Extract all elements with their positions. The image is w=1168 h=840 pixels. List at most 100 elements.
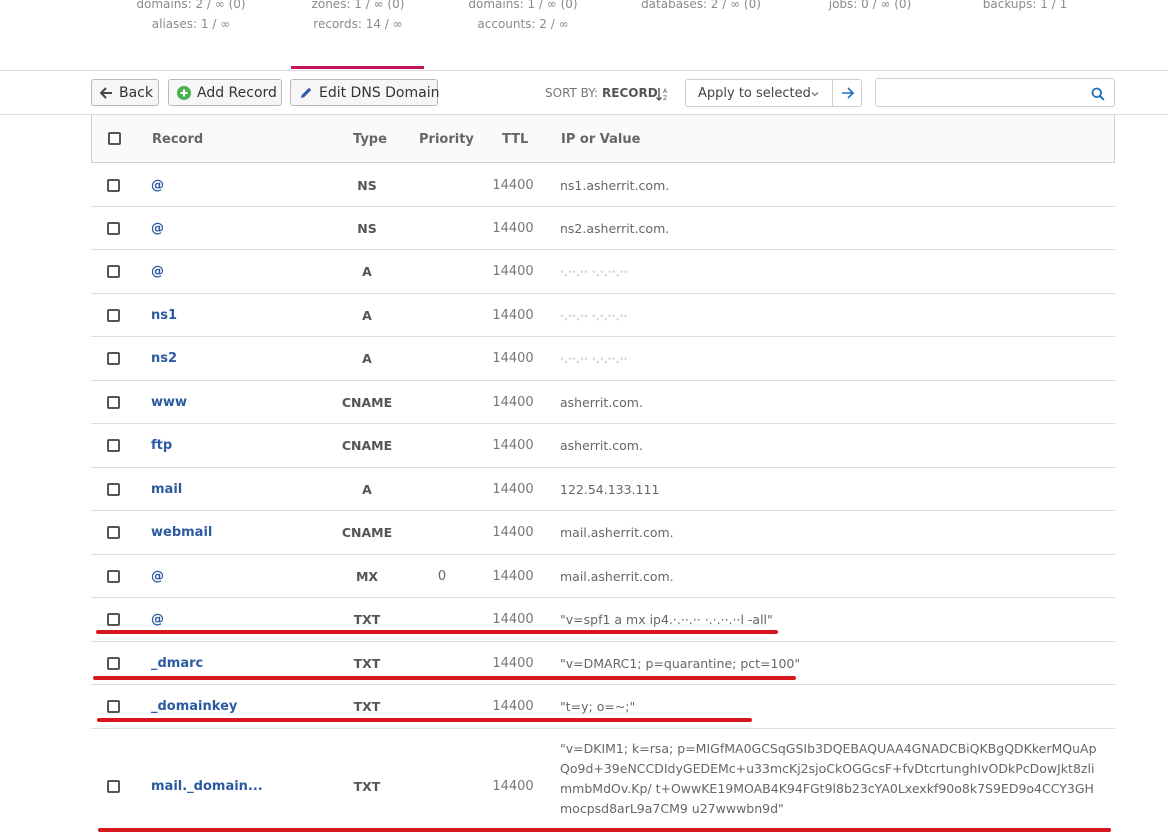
usage-stats: domains: 2 / ∞ (0) aliases: 1 / ∞ zones:… — [0, 0, 1168, 70]
row-checkbox[interactable] — [107, 265, 120, 278]
column-header-priority[interactable]: Priority — [419, 132, 474, 147]
record-name[interactable]: @ — [151, 569, 164, 584]
chevron-down-icon — [810, 88, 820, 103]
record-value: "v=DKIM1; k=rsa; p=MIGfMA0GCSqGSIb3DQEBA… — [560, 741, 1097, 816]
record-name[interactable]: _domainkey — [151, 699, 237, 714]
column-header-ttl[interactable]: TTL — [502, 132, 528, 147]
row-checkbox[interactable] — [107, 780, 120, 793]
record-name[interactable]: @ — [151, 178, 164, 193]
record-name[interactable]: ns1 — [151, 308, 177, 323]
record-value: "v=spf1 a mx ip4.·.··.·· ·.·.··.··l -all… — [560, 612, 773, 627]
record-type: TXT — [353, 656, 381, 671]
record-name[interactable]: @ — [151, 264, 164, 279]
record-name[interactable]: _dmarc — [151, 656, 203, 671]
table-row: webmail CNAME 14400 mail.asherrit.com. — [91, 511, 1115, 555]
record-ttl: 14400 — [492, 482, 534, 497]
record-ttl: 14400 — [492, 438, 534, 453]
arrow-right-icon — [841, 84, 854, 103]
svg-text:Z: Z — [663, 95, 667, 101]
table-row: ns1 A 14400 ·.··.·· ·.·.··.·· — [91, 294, 1115, 337]
sort-alpha-icon[interactable]: AZ — [656, 86, 670, 105]
record-type: A — [362, 264, 372, 279]
record-type: TXT — [353, 612, 381, 627]
plus-circle-icon — [177, 85, 191, 100]
stat-backups: backups: 1 / 1 — [982, 0, 1068, 11]
arrow-left-icon — [100, 86, 113, 99]
record-value: asherrit.com. — [560, 395, 643, 410]
record-value: ns2.asherrit.com. — [560, 221, 670, 236]
record-name[interactable]: @ — [151, 612, 164, 627]
search-icon[interactable] — [1091, 86, 1105, 105]
annotation-underline — [96, 630, 778, 634]
table-row: ns2 A 14400 ·.··.·· ·.·.··.·· — [91, 337, 1115, 381]
record-ttl: 14400 — [492, 699, 534, 714]
table-row: ftp CNAME 14400 asherrit.com. — [91, 424, 1115, 468]
record-value: mail.asherrit.com. — [560, 569, 674, 584]
table-row: @ TXT 14400 "v=spf1 a mx ip4.·.··.·· ·.·… — [91, 598, 1115, 642]
record-type: CNAME — [341, 395, 393, 410]
row-checkbox[interactable] — [107, 483, 120, 496]
row-checkbox[interactable] — [107, 657, 120, 670]
record-ttl: 14400 — [492, 569, 534, 584]
stat-databases: databases: 2 / ∞ (0) — [641, 0, 761, 11]
record-ttl: 14400 — [492, 178, 534, 193]
record-name[interactable]: webmail — [151, 525, 212, 540]
record-ttl: 14400 — [492, 612, 534, 627]
records-table-body: @ NS 14400 ns1.asherrit.com. @ NS 14400 … — [91, 164, 1115, 840]
row-checkbox[interactable] — [107, 179, 120, 192]
pencil-icon — [299, 86, 313, 100]
record-type: MX — [355, 569, 379, 584]
table-row: mail._domain... TXT 14400 "v=DKIM1; k=rs… — [91, 729, 1115, 840]
table-row: @ NS 14400 ns1.asherrit.com. — [91, 164, 1115, 207]
record-name[interactable]: mail — [151, 482, 182, 497]
apply-to-selected-dropdown[interactable]: Apply to selected — [685, 79, 833, 107]
record-type: NS — [357, 221, 377, 236]
record-name[interactable]: ftp — [151, 438, 172, 453]
row-checkbox[interactable] — [107, 613, 120, 626]
select-all-checkbox[interactable] — [108, 132, 121, 145]
active-tab-indicator — [291, 66, 424, 69]
column-header-ip-or-value[interactable]: IP or Value — [561, 132, 640, 147]
record-ttl: 14400 — [492, 656, 534, 671]
sort-by-label: SORT BY: — [545, 86, 599, 100]
svg-text:A: A — [663, 88, 668, 95]
record-type: TXT — [353, 699, 381, 714]
record-priority: 0 — [437, 569, 447, 584]
back-button[interactable]: Back — [91, 79, 159, 106]
record-name[interactable]: ns2 — [151, 351, 177, 366]
apply-go-button[interactable] — [832, 79, 862, 107]
record-ttl: 14400 — [492, 525, 534, 540]
column-header-record[interactable]: Record — [152, 132, 203, 147]
edit-dns-domain-label: Edit DNS Domain — [319, 84, 440, 101]
record-type: A — [362, 482, 372, 497]
record-name[interactable]: www — [151, 395, 187, 410]
row-checkbox[interactable] — [107, 526, 120, 539]
sort-by[interactable]: SORT BY: RECORD — [545, 86, 658, 100]
record-name[interactable]: mail._domain... — [151, 779, 263, 794]
record-ttl: 14400 — [492, 308, 534, 323]
annotation-underline — [97, 718, 752, 722]
column-header-type[interactable]: Type — [353, 132, 387, 147]
stat-domains: domains: 2 / ∞ (0) — [136, 0, 246, 11]
edit-dns-domain-button[interactable]: Edit DNS Domain — [290, 79, 440, 106]
add-record-button[interactable]: Add Record — [168, 79, 282, 106]
row-checkbox[interactable] — [107, 700, 120, 713]
row-checkbox[interactable] — [107, 439, 120, 452]
row-checkbox[interactable] — [107, 222, 120, 235]
row-checkbox[interactable] — [107, 309, 120, 322]
record-ttl: 14400 — [492, 221, 534, 236]
search-input[interactable] — [875, 78, 1115, 107]
record-value: 122.54.133.111 — [560, 482, 660, 497]
table-row: @ MX 0 14400 mail.asherrit.com. — [91, 555, 1115, 598]
row-checkbox[interactable] — [107, 396, 120, 409]
stat-accounts: accounts: 2 / ∞ — [477, 17, 569, 31]
record-ttl: 14400 — [492, 395, 534, 410]
record-value: "v=DMARC1; p=quarantine; pct=100" — [560, 656, 801, 671]
row-checkbox[interactable] — [107, 352, 120, 365]
table-row: _domainkey TXT 14400 "t=y; o=~;" — [91, 685, 1115, 729]
record-value: ·.··.·· ·.·.··.·· — [560, 264, 628, 279]
back-label: Back — [119, 84, 153, 101]
row-checkbox[interactable] — [107, 570, 120, 583]
record-name[interactable]: @ — [151, 221, 164, 236]
record-type: CNAME — [341, 525, 393, 540]
